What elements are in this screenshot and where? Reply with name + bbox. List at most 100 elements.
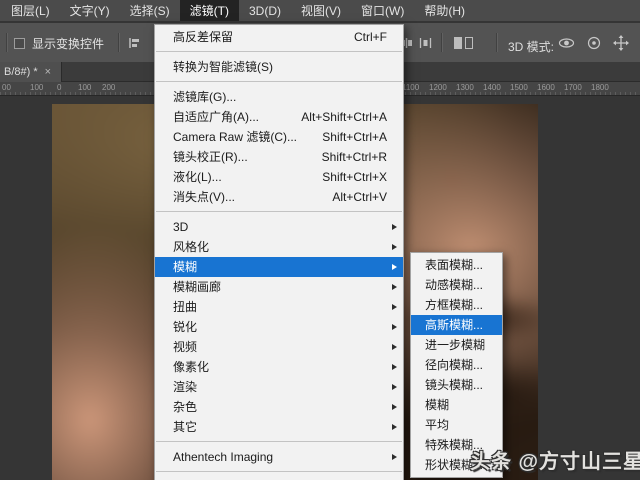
filter-menu-item-20[interactable]: 渲染 [155,377,403,397]
filter-menu-item-5[interactable]: 滤镜库(G)... [155,87,403,107]
ruler-tick-label: 0 [57,83,62,92]
ruler-tick-label: 100 [30,83,44,92]
blur-submenu-item-label: 径向模糊... [425,358,484,372]
filter-menu-item-16[interactable]: 扭曲 [155,297,403,317]
filter-menu-item-14[interactable]: 模糊 [155,257,403,277]
menubar-item-8[interactable]: 帮助(H) [414,0,475,21]
filter-menu-separator [156,471,402,472]
filter-menu-item-3[interactable]: 转换为智能滤镜(S) [155,57,403,77]
menubar-item-4[interactable]: 滤镜(T) [179,0,239,21]
filter-menu-item-6[interactable]: 自适应广角(A)... Alt+Shift+Ctrl+A [155,107,403,127]
filter-menu-separator [156,211,402,212]
filter-menu-item-label: 3D [173,220,189,234]
filter-menu-item-label: 液化(L)... [173,170,222,184]
menubar-item-7[interactable]: 窗口(W) [351,0,414,21]
filter-menu-item-13[interactable]: 风格化 [155,237,403,257]
ruler-tick-label: 1200 [429,83,447,92]
filter-menu-item-label: Athentech Imaging [173,450,274,464]
filter-menu-item-8[interactable]: 镜头校正(R)... Shift+Ctrl+R [155,147,403,167]
blur-submenu-item-4[interactable]: 高斯模糊... [411,315,502,335]
document-tab-title: B/8#) * [4,66,38,78]
filter-menu-item-label: 视频 [173,340,198,354]
filter-menu-item-label: 高反差保留 [173,30,234,44]
ruler-tick-label: 1500 [510,83,528,92]
filter-menu-item-22[interactable]: 其它 [155,417,403,437]
show-transform-checkbox[interactable] [14,38,25,49]
ruler-tick-label: 1600 [537,83,555,92]
filter-menu-item-label: 镜头校正(R)... [173,150,248,164]
filter-menu-separator [156,81,402,82]
blur-submenu-item-label: 模糊 [425,398,450,412]
filter-menu-separator [156,51,402,52]
submenu-arrow-icon [392,453,397,460]
blur-submenu-item-6[interactable]: 径向模糊... [411,355,502,375]
ruler-tick-label: 00 [2,83,11,92]
filter-menu-item-label: 像素化 [173,360,210,374]
roll-3d-icon[interactable] [586,35,602,51]
submenu-arrow-icon [392,243,397,250]
menubar-item-6[interactable]: 视图(V) [291,0,351,21]
align-left-icon[interactable] [128,37,141,49]
submenu-arrow-icon [392,323,397,330]
filter-menu-item-15[interactable]: 模糊画廊 [155,277,403,297]
filter-menu-item-18[interactable]: 视频 [155,337,403,357]
filter-menu-item-1[interactable]: 高反差保留 Ctrl+F [155,27,403,47]
filter-menu-item-shortcut: Alt+Ctrl+V [332,190,387,204]
watermark: 头条 @方寸山三星洞 [470,451,640,473]
blur-submenu-item-2[interactable]: 动感模糊... [411,275,502,295]
options-separator [496,33,497,52]
pan-3d-icon[interactable] [613,35,629,51]
blur-submenu-item-label: 表面模糊... [425,258,484,272]
filter-menu-item-label: 模糊 [173,260,198,274]
filter-menu-item-7[interactable]: Camera Raw 滤镜(C)... Shift+Ctrl+A [155,127,403,147]
blur-submenu-item-5[interactable]: 进一步模糊 [411,335,502,355]
ruler-tick-label: 200 [102,83,116,92]
orbit-3d-icon[interactable] [558,35,575,51]
blur-submenu-item-9[interactable]: 平均 [411,415,502,435]
filter-menu-item-label: 扭曲 [173,300,198,314]
ruler-tick-label: 1300 [456,83,474,92]
menubar-item-2[interactable]: 文字(Y) [60,0,120,21]
distribute-icon[interactable] [419,37,432,49]
submenu-arrow-icon [392,303,397,310]
photoshop-window: 图层(L) 文字(Y) 选择(S) 滤镜(T) 3D(D) 视图(V) 窗口(W) 帮助(H)… [0,0,640,480]
blur-submenu-item-3[interactable]: 方框模糊... [411,295,502,315]
ruler-tick-label: 1800 [591,83,609,92]
submenu-arrow-icon [392,283,397,290]
filter-menu-item-19[interactable]: 像素化 [155,357,403,377]
menubar-item-3[interactable]: 选择(S) [120,0,180,21]
filter-menu-item-label: 自适应广角(A)... [173,110,259,124]
filter-menu-item-12[interactable]: 3D [155,217,403,237]
filter-menu-item-label: 杂色 [173,400,198,414]
blur-submenu-item-label: 镜头模糊... [425,378,484,392]
filter-menu-item-shortcut: Shift+Ctrl+R [321,150,387,164]
ruler-tick-label: 100 [78,83,92,92]
ruler-tick-label: 1400 [483,83,501,92]
filter-menu-item-shortcut: Shift+Ctrl+X [322,170,387,184]
filter-menu-item-17[interactable]: 锐化 [155,317,403,337]
filter-menu-item-9[interactable]: 液化(L)... Shift+Ctrl+X [155,167,403,187]
filter-menu-item-label: 消失点(V)... [173,190,235,204]
filter-menu-item-label: 模糊画廊 [173,280,222,294]
filter-menu-item-label: Camera Raw 滤镜(C)... [173,130,298,144]
submenu-arrow-icon [392,423,397,430]
blur-submenu-item-8[interactable]: 模糊 [411,395,502,415]
filter-menu-item-shortcut: Alt+Shift+Ctrl+A [301,110,387,124]
close-tab-icon[interactable]: × [45,66,51,78]
menubar-item-1[interactable]: 图层(L) [1,0,60,21]
filter-menu-item-24[interactable]: Athentech Imaging [155,447,403,467]
filter-menu-item-label: 其它 [173,420,198,434]
document-tab[interactable]: B/8#) * × [0,62,62,82]
blur-submenu-item-1[interactable]: 表面模糊... [411,255,502,275]
panel-toggle-icon[interactable] [453,36,474,50]
filter-menu-item-label: 锐化 [173,320,198,334]
menubar-item-5[interactable]: 3D(D) [239,0,291,21]
menubar: 图层(L) 文字(Y) 选择(S) 滤镜(T) 3D(D) 视图(V) 窗口(W) 帮助(H) [0,0,640,22]
filter-menu-item-21[interactable]: 杂色 [155,397,403,417]
submenu-arrow-icon [392,223,397,230]
ruler-tick-label: 1100 [402,83,420,92]
filter-menu-item-10[interactable]: 消失点(V)... Alt+Ctrl+V [155,187,403,207]
blur-submenu-item-7[interactable]: 镜头模糊... [411,375,502,395]
submenu-arrow-icon [392,403,397,410]
blur-submenu-item-label: 方框模糊... [425,298,484,312]
